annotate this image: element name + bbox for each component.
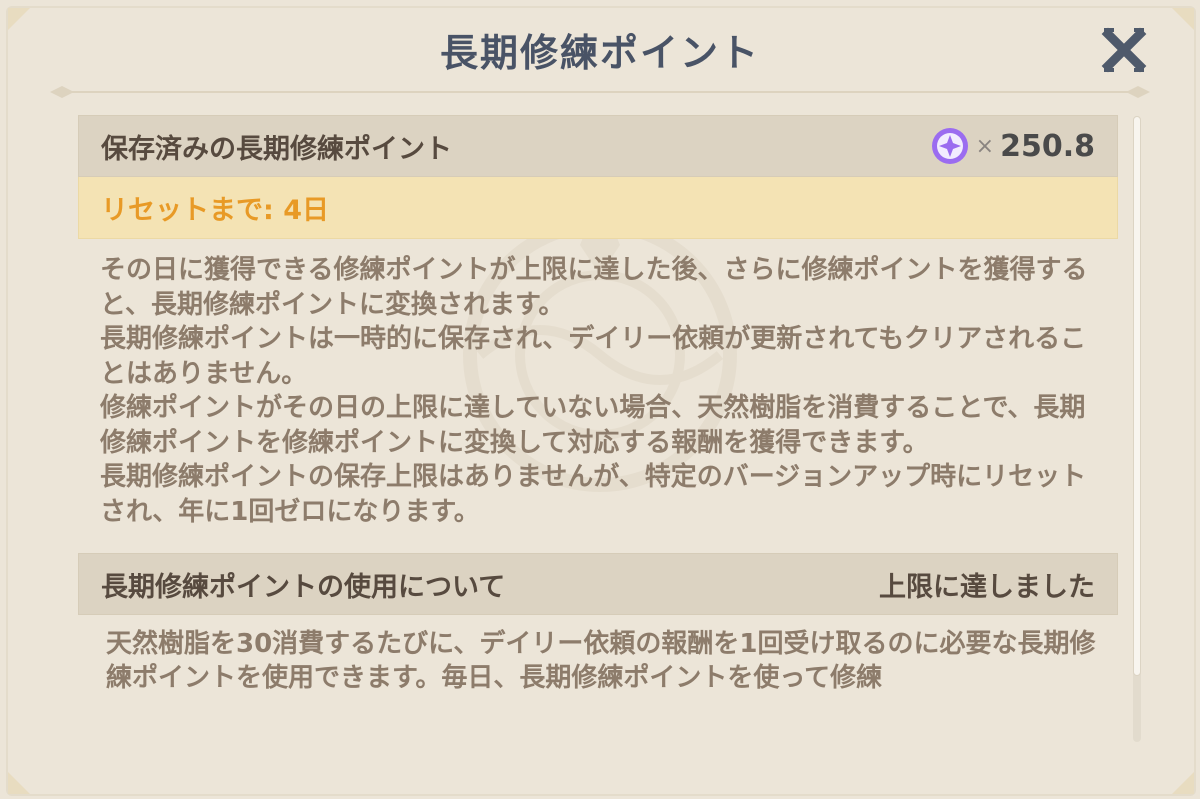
title-divider bbox=[50, 86, 1150, 98]
stored-points-value: 250.8 bbox=[1000, 128, 1095, 164]
usage-text: 天然樹脂を30消費するたびに、デイリー依頼の報酬を1回受け取るのに必要な長期修練… bbox=[106, 629, 1096, 693]
usage-status: 上限に達しました bbox=[879, 571, 1095, 603]
stored-points-header: 保存済みの長期修練ポイント × 250.8 bbox=[78, 115, 1118, 177]
star-point-icon bbox=[931, 128, 968, 164]
close-icon bbox=[1101, 27, 1147, 73]
corner-ornament-icon bbox=[1172, 772, 1194, 794]
description-paragraph: 長期修練ポイントは一時的に保存され、デイリー依頼が更新されてもクリアされることは… bbox=[100, 324, 1087, 389]
corner-ornament-icon bbox=[8, 772, 30, 794]
usage-header: 長期修練ポイントの使用について 上限に達しました bbox=[78, 553, 1118, 615]
close-button[interactable] bbox=[1098, 26, 1150, 74]
description-paragraph: 長期修練ポイントの保存上限はありませんが、特定のバージョンアップ時にリセットされ… bbox=[100, 462, 1087, 527]
reset-countdown: リセットまで: 4日 bbox=[78, 177, 1118, 239]
description-text: その日に獲得できる修練ポイントが上限に達した後、さらに修練ポイントを獲得すると、… bbox=[78, 239, 1118, 543]
description-paragraph: その日に獲得できる修練ポイントが上限に達した後、さらに修練ポイントを獲得すると、… bbox=[100, 255, 1088, 320]
stored-points-value-group: × 250.8 bbox=[930, 126, 1095, 166]
scrollbar-thumb[interactable] bbox=[1133, 116, 1141, 676]
dialog-title: 長期修練ポイント bbox=[439, 31, 760, 75]
description-paragraph: 修練ポイントがその日の上限に達していない場合、天然樹脂を消費することで、長期修練… bbox=[100, 393, 1086, 458]
scrollbar[interactable] bbox=[1133, 116, 1141, 742]
multiply-sign: × bbox=[975, 133, 995, 159]
content-panel: 保存済みの長期修練ポイント × 250.8 リセットまで: 4日 その日に獲得で… bbox=[78, 115, 1118, 795]
usage-label: 長期修練ポイントの使用について bbox=[101, 571, 506, 603]
stored-points-label: 保存済みの長期修練ポイント bbox=[101, 133, 452, 165]
